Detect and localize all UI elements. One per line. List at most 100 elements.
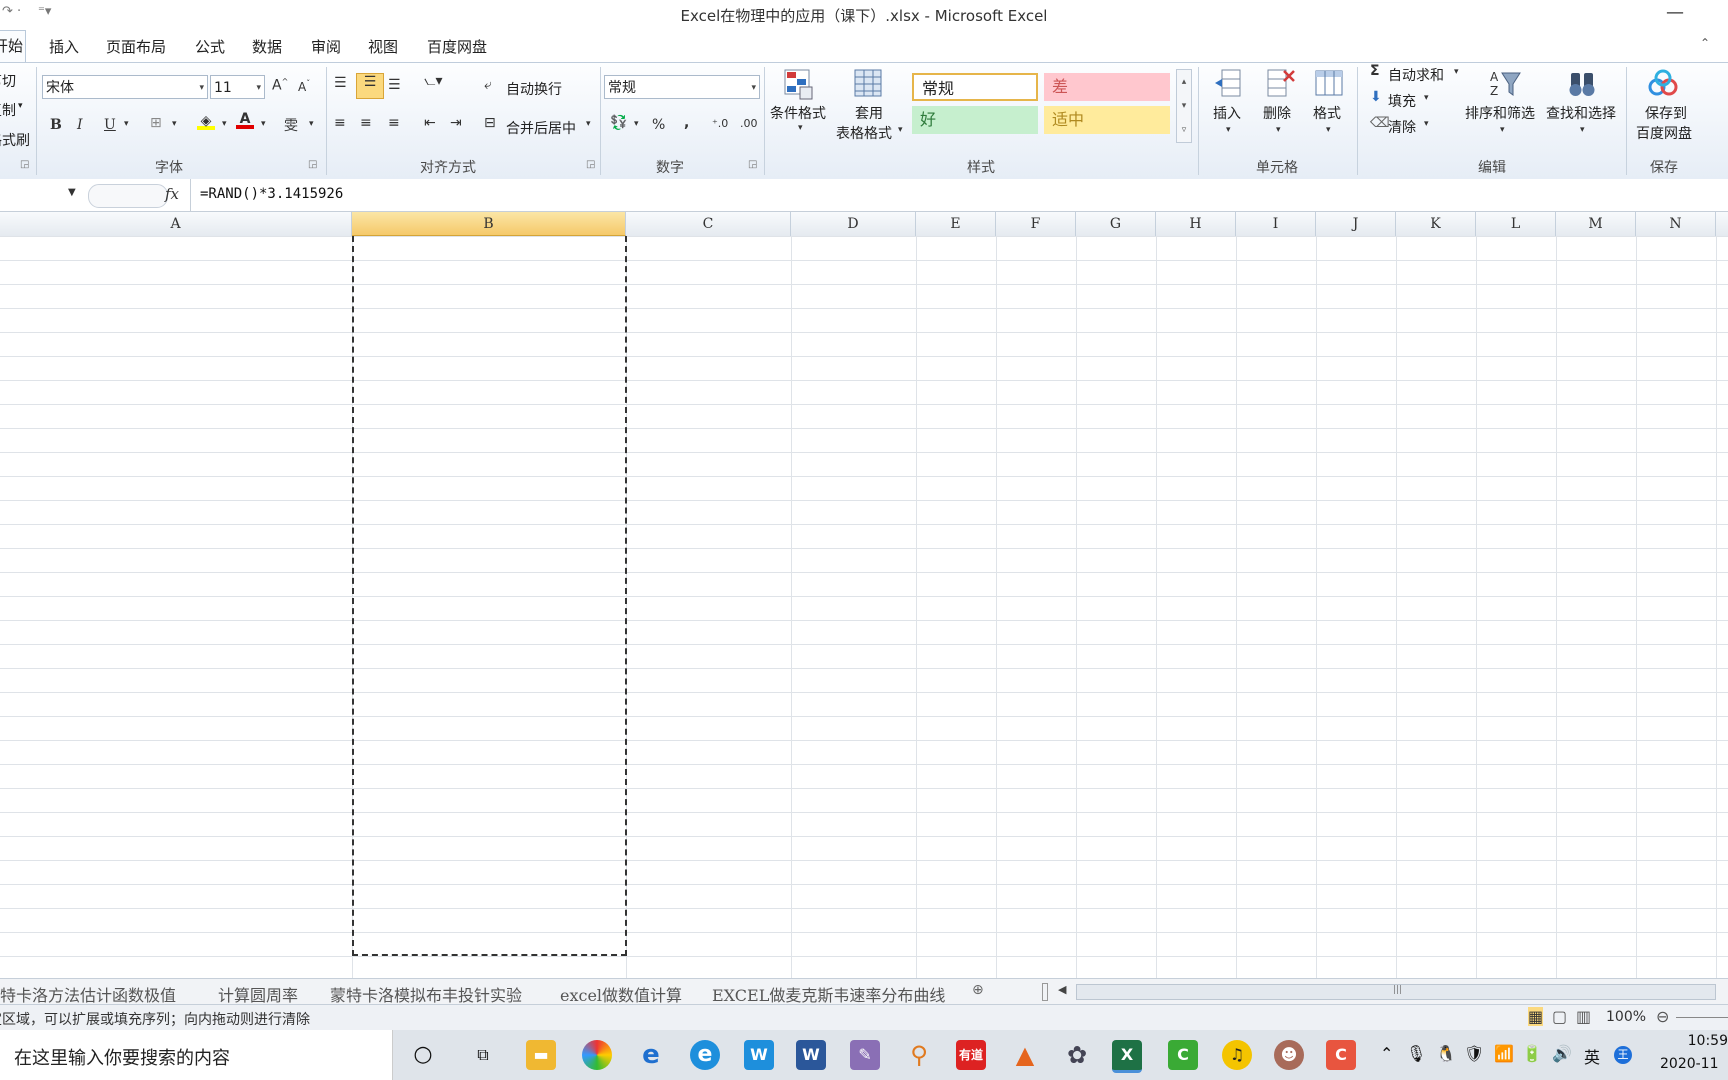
music-icon[interactable]: ♫: [1222, 1040, 1252, 1070]
increase-decimal-icon[interactable]: ⁺.0: [712, 117, 728, 130]
chevron-down-icon[interactable]: ▾: [1326, 125, 1331, 135]
clipboard-launcher-icon[interactable]: ◲: [20, 159, 29, 170]
sheet-tab-1[interactable]: 蒙特卡洛方法估计函数极值: [0, 982, 176, 1006]
underline-button[interactable]: U: [104, 117, 116, 133]
clear-button[interactable]: 清除: [1388, 117, 1416, 137]
column-header-k[interactable]: K: [1396, 212, 1476, 236]
align-left-icon[interactable]: ≡: [334, 115, 346, 131]
taskbar-search-box[interactable]: 在这里输入你要搜索的内容: [0, 1030, 393, 1080]
scroll-left-icon[interactable]: ◀: [1058, 983, 1066, 996]
sheet-tab-4[interactable]: excel做数值计算: [560, 982, 682, 1006]
wps-icon[interactable]: W: [744, 1040, 774, 1070]
camtasia-icon[interactable]: C: [1168, 1040, 1198, 1070]
chevron-down-icon[interactable]: ▾: [172, 119, 177, 129]
origin-icon[interactable]: ✿: [1062, 1040, 1092, 1070]
chevron-down-icon[interactable]: ▾: [1424, 93, 1429, 103]
wifi-icon[interactable]: 📶: [1494, 1044, 1514, 1063]
chrome-icon[interactable]: [582, 1040, 612, 1070]
insert-function-icon[interactable]: fx: [165, 185, 179, 203]
align-middle-icon[interactable]: ☰: [356, 73, 384, 99]
taskbar-clock[interactable]: 10:59: [1660, 1033, 1728, 1049]
name-box[interactable]: ▼: [0, 183, 80, 207]
percent-button[interactable]: %: [652, 117, 665, 133]
normal-view-icon[interactable]: ▦: [1528, 1007, 1544, 1026]
word-icon[interactable]: W: [796, 1040, 826, 1070]
zoom-out-icon[interactable]: ⊖: [1656, 1007, 1669, 1026]
autosum-button[interactable]: 自动求和: [1388, 65, 1444, 85]
chevron-down-icon[interactable]: ▾: [634, 119, 639, 129]
bold-button[interactable]: B: [50, 117, 62, 133]
excel-icon[interactable]: X: [1112, 1040, 1142, 1073]
italic-button[interactable]: I: [77, 117, 83, 133]
edge-legacy-icon[interactable]: e: [636, 1040, 666, 1070]
delete-cells-button[interactable]: 删除: [1263, 103, 1291, 123]
accounting-format-icon[interactable]: 💱: [610, 115, 627, 131]
format-cells-button[interactable]: 格式: [1313, 103, 1341, 123]
column-header-m[interactable]: M: [1556, 212, 1636, 236]
new-sheet-icon[interactable]: ⊕: [972, 982, 984, 998]
column-header-d[interactable]: D: [791, 212, 916, 236]
chevron-down-icon[interactable]: ▾: [222, 119, 227, 129]
format-as-table-line1[interactable]: 套用: [855, 103, 883, 123]
tab-insert[interactable]: 插入: [49, 36, 79, 57]
tab-view[interactable]: 视图: [368, 36, 398, 57]
comma-button[interactable]: ,: [684, 115, 689, 131]
column-header-f[interactable]: F: [996, 212, 1076, 236]
zoom-level[interactable]: 100%: [1606, 1009, 1646, 1025]
cell-style-bad[interactable]: 差: [1044, 73, 1170, 101]
font-launcher-icon[interactable]: ◲: [308, 159, 317, 170]
column-header-a[interactable]: A: [0, 212, 352, 236]
shield-icon[interactable]: 🛡: [1464, 1044, 1484, 1063]
youdao-icon[interactable]: 有道: [956, 1040, 986, 1070]
align-bottom-icon[interactable]: ☰: [388, 77, 401, 93]
fill-button[interactable]: 填充: [1388, 91, 1416, 111]
input-method-icon[interactable]: 王: [1614, 1046, 1632, 1064]
font-size-combo[interactable]: 11 ▾: [210, 75, 265, 99]
chevron-down-icon[interactable]: ▾: [1500, 125, 1505, 135]
horizontal-scrollbar[interactable]: |||: [1076, 984, 1716, 1000]
wrap-text-button[interactable]: 自动换行: [506, 79, 562, 99]
formula-bar-expander[interactable]: [88, 184, 168, 208]
cell-style-good[interactable]: 好: [912, 106, 1038, 134]
tab-home[interactable]: 开始: [0, 30, 27, 62]
chevron-down-icon[interactable]: ▾: [1454, 67, 1459, 77]
search-tool-icon[interactable]: ⚲: [904, 1040, 934, 1070]
column-header-c[interactable]: C: [626, 212, 791, 236]
align-right-icon[interactable]: ≡: [388, 115, 400, 131]
battery-icon[interactable]: 🔋: [1522, 1044, 1542, 1063]
sheet-tab-2[interactable]: 计算圆周率: [218, 982, 298, 1006]
number-launcher-icon[interactable]: ◲: [748, 159, 757, 170]
chevron-down-icon[interactable]: ▾: [124, 119, 129, 129]
column-header-e[interactable]: E: [916, 212, 996, 236]
qq-icon[interactable]: 🐧: [1436, 1044, 1456, 1063]
save-to-netdisk-button[interactable]: 百度网盘: [1636, 123, 1692, 143]
tab-split-handle[interactable]: [1042, 983, 1048, 1001]
matlab-icon[interactable]: ▲: [1010, 1040, 1040, 1070]
shrink-font-icon[interactable]: Aˇ: [298, 79, 310, 94]
file-explorer-icon[interactable]: ▬: [526, 1040, 556, 1070]
chevron-down-icon[interactable]: ▾: [798, 123, 803, 133]
insert-cells-button[interactable]: 插入: [1213, 103, 1241, 123]
fill-color-icon[interactable]: ◈: [197, 113, 215, 130]
tab-baidu-netdisk[interactable]: 百度网盘: [427, 36, 487, 57]
page-break-view-icon[interactable]: ▥: [1576, 1007, 1591, 1026]
column-header-h[interactable]: H: [1156, 212, 1236, 236]
formula-input[interactable]: =RAND()*3.1415926: [200, 186, 343, 202]
cell-style-neutral[interactable]: 适中: [1044, 106, 1170, 134]
column-header-l[interactable]: L: [1476, 212, 1556, 236]
conditional-format-button[interactable]: 条件格式: [770, 103, 826, 123]
merge-center-button[interactable]: 合并后居中: [506, 118, 576, 138]
photo-app-icon[interactable]: ✎: [850, 1040, 880, 1070]
sheet-tab-5[interactable]: EXCEL做麦克斯韦速率分布曲线: [712, 982, 945, 1006]
tab-page-layout[interactable]: 页面布局: [106, 36, 166, 57]
phonetic-guide-icon[interactable]: 雯: [284, 115, 298, 135]
cut-button[interactable]: 剪切: [0, 71, 16, 91]
column-header-b[interactable]: B: [352, 212, 626, 236]
sort-filter-button[interactable]: 排序和筛选: [1465, 103, 1535, 123]
tab-data[interactable]: 数据: [252, 36, 282, 57]
format-painter-button[interactable]: 格式刷: [0, 130, 30, 150]
collapse-ribbon-icon[interactable]: ⌃: [1700, 36, 1710, 50]
microphone-icon[interactable]: 🎙: [1406, 1044, 1426, 1063]
chevron-down-icon[interactable]: ▾: [1424, 119, 1429, 129]
clip-app-icon[interactable]: C: [1326, 1040, 1356, 1070]
